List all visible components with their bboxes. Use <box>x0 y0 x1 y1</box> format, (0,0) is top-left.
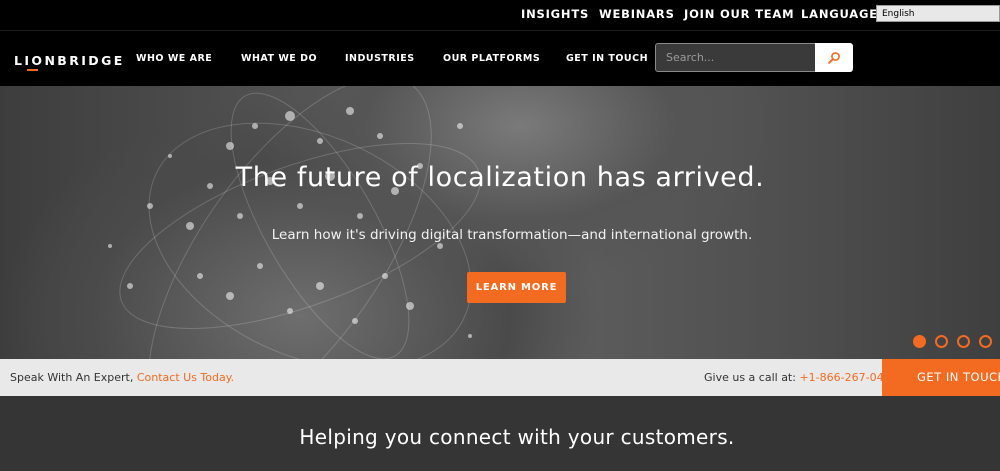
contact-us-link[interactable]: Contact Us Today. <box>137 371 234 384</box>
search-icon <box>828 51 840 64</box>
search-box <box>655 43 853 72</box>
search-button[interactable] <box>815 43 853 72</box>
webinars-link[interactable]: WEBINARS <box>599 7 675 21</box>
logo-accent-mark <box>27 69 38 71</box>
learn-more-button[interactable]: LEARN MORE <box>467 272 566 303</box>
intro-section: Helping you connect with your customers. <box>0 396 1000 471</box>
insights-link[interactable]: INSIGHTS <box>521 7 589 21</box>
call-text: Give us a call at: <box>704 371 796 384</box>
search-input[interactable] <box>655 43 816 72</box>
language-select[interactable]: English <box>876 5 1000 22</box>
main-nav: LIONBRIDGE WHO WE ARE WHAT WE DO INDUSTR… <box>0 30 1000 86</box>
phone-cta: Give us a call at: +1-866-267-0437 <box>704 371 898 384</box>
slide-dot-2[interactable] <box>935 335 948 348</box>
hero-banner: The future of localization has arrived. … <box>0 86 1000 359</box>
nav-industries[interactable]: INDUSTRIES <box>345 53 415 64</box>
expert-text: Speak With An Expert, <box>10 371 134 384</box>
section-heading: Helping you connect with your customers. <box>299 425 735 449</box>
get-in-touch-button[interactable]: GET IN TOUCH <box>882 359 1000 396</box>
network-globe-graphic <box>108 86 481 359</box>
nav-our-platforms[interactable]: OUR PLATFORMS <box>443 53 540 64</box>
nav-get-in-touch[interactable]: GET IN TOUCH <box>566 53 648 64</box>
hero-title: The future of localization has arrived. <box>235 162 765 193</box>
contact-strip: Speak With An Expert, Contact Us Today. … <box>0 359 1000 396</box>
lionbridge-logo[interactable]: LIONBRIDGE <box>14 53 125 68</box>
join-our-team-link[interactable]: JOIN OUR TEAM <box>684 7 794 21</box>
language-label: LANGUAGE: <box>801 7 884 21</box>
slide-dot-1[interactable] <box>913 335 926 348</box>
slide-dot-3[interactable] <box>957 335 970 348</box>
nav-what-we-do[interactable]: WHAT WE DO <box>241 53 317 64</box>
utility-bar: INSIGHTS WEBINARS JOIN OUR TEAM LANGUAGE… <box>0 0 1000 30</box>
hero-subtitle: Learn how it's driving digital transform… <box>271 227 753 243</box>
slide-dot-4[interactable] <box>979 335 992 348</box>
expert-cta: Speak With An Expert, Contact Us Today. <box>10 371 234 384</box>
nav-who-we-are[interactable]: WHO WE ARE <box>136 53 212 64</box>
